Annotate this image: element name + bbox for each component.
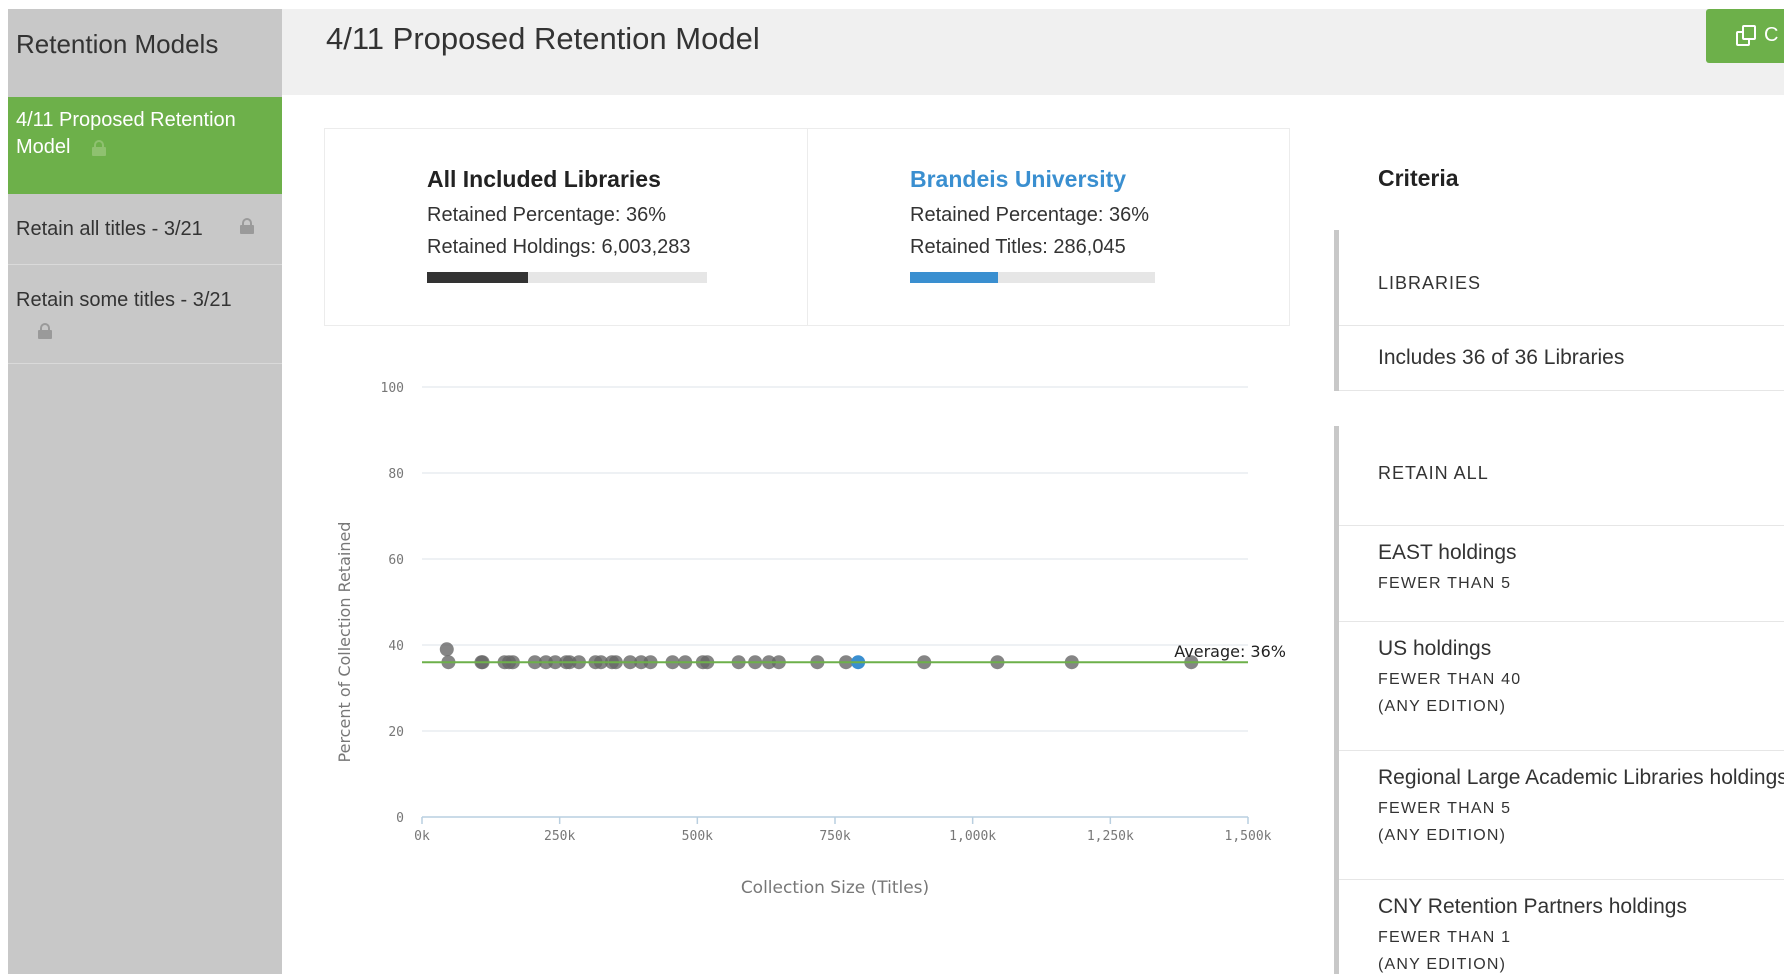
criteria-rule[interactable]: CNY Retention Partners holdings FEWER TH… <box>1339 880 1784 974</box>
sidebar-item-retain-all-titles[interactable]: Retain all titles - 3/21 <box>8 194 282 265</box>
x-tick-label: 500k <box>682 829 713 844</box>
lock-icon <box>92 139 107 156</box>
library-retained-percentage: Retained Percentage: 36% <box>910 204 1150 226</box>
library-retention-progress-fill <box>910 272 999 283</box>
rule-qualifier: (ANY EDITION) <box>1378 827 1507 844</box>
library-summary: Brandeis University Retained Percentage:… <box>808 129 1290 325</box>
all-retention-progress-fill <box>427 272 528 283</box>
x-tick-label: 1,500k <box>1225 829 1272 844</box>
all-libraries-title: All Included Libraries <box>427 166 661 192</box>
all-retention-progress-bar <box>427 272 707 283</box>
sidebar-item-label: 4/11 Proposed Retention Model <box>16 109 236 158</box>
rule-name: CNY Retention Partners holdings <box>1378 895 1687 918</box>
sidebar-item-retain-some-titles[interactable]: Retain some titles - 3/21 <box>8 265 282 364</box>
library-retained-titles: Retained Titles: 286,045 <box>910 236 1126 258</box>
rule-qualifier: (ANY EDITION) <box>1378 698 1507 715</box>
lock-icon <box>38 323 52 339</box>
y-axis-label: Percent of Collection Retained <box>335 522 354 763</box>
library-name-link[interactable]: Brandeis University <box>910 166 1155 193</box>
x-tick-label: 0k <box>414 829 430 844</box>
page-header: 4/11 Proposed Retention Model C <box>282 9 1784 95</box>
all-libraries-summary: All Included Libraries Retained Percenta… <box>325 129 808 325</box>
average-label: Average: 36% <box>1174 642 1286 661</box>
copy-model-button[interactable]: C <box>1706 9 1784 63</box>
rule-condition: FEWER THAN 5 <box>1378 575 1512 592</box>
retain-all-heading-row: RETAIN ALL <box>1339 426 1784 526</box>
sidebar: Retention Models 4/11 Proposed Retention… <box>8 9 282 974</box>
copy-icon <box>1736 25 1758 47</box>
page-title: 4/11 Proposed Retention Model <box>326 21 760 56</box>
criteria-title: Criteria <box>1378 165 1459 191</box>
rule-condition: FEWER THAN 5 <box>1378 800 1512 817</box>
libraries-heading: LIBRARIES <box>1378 273 1482 293</box>
libraries-section: LIBRARIES Includes 36 of 36 Libraries <box>1334 230 1784 391</box>
y-tick-label: 20 <box>388 725 404 740</box>
libraries-heading-row: LIBRARIES <box>1339 230 1784 326</box>
rule-condition: FEWER THAN 40 <box>1378 671 1522 688</box>
retention-scatter-chart: 0 20 40 60 80 100 0k 250k 500k 750k 1,000k 1,250k 1… <box>324 355 1290 935</box>
libraries-count: Includes 36 of 36 Libraries <box>1378 346 1625 369</box>
data-point <box>439 642 454 657</box>
scatter-plot: 0 20 40 60 80 100 0k 250k 500k 750k 1,000k 1,250k 1… <box>335 381 1286 898</box>
sidebar-item-label: Retain all titles - 3/21 <box>16 218 203 240</box>
sidebar-item-label: Retain some titles - 3/21 <box>16 289 232 311</box>
y-tick-label: 40 <box>388 639 404 654</box>
y-tick-label: 0 <box>396 811 404 826</box>
sidebar-title: Retention Models <box>16 29 219 59</box>
x-tick-label: 1,000k <box>949 829 996 844</box>
retention-summary: All Included Libraries Retained Percenta… <box>324 128 1290 326</box>
copy-model-button-label: C <box>1764 24 1779 46</box>
all-retained-holdings: Retained Holdings: 6,003,283 <box>427 236 691 258</box>
x-tick-label: 1,250k <box>1087 829 1134 844</box>
libraries-count-row[interactable]: Includes 36 of 36 Libraries <box>1339 326 1784 391</box>
rule-condition: FEWER THAN 1 <box>1378 929 1512 946</box>
y-tick-label: 60 <box>388 553 404 568</box>
retain-all-section: RETAIN ALL EAST holdings FEWER THAN 5 US… <box>1334 426 1784 974</box>
sidebar-item-4-11-proposed-retention-model[interactable]: 4/11 Proposed Retention Model <box>8 97 282 194</box>
retain-all-heading: RETAIN ALL <box>1378 463 1489 483</box>
y-tick-label: 100 <box>381 381 404 396</box>
rule-name: US holdings <box>1378 637 1492 660</box>
x-tick-label: 750k <box>819 829 850 844</box>
rule-qualifier: (ANY EDITION) <box>1378 956 1507 973</box>
x-tick-label: 250k <box>544 829 575 844</box>
rule-name: Regional Large Academic Libraries holdin… <box>1378 766 1784 789</box>
criteria-rule[interactable]: EAST holdings FEWER THAN 5 <box>1339 526 1784 622</box>
all-retained-percentage: Retained Percentage: 36% <box>427 204 667 226</box>
criteria-rule[interactable]: Regional Large Academic Libraries holdin… <box>1339 751 1784 880</box>
y-tick-label: 80 <box>388 467 404 482</box>
criteria-panel: Criteria LIBRARIES Includes 36 of 36 Lib… <box>1334 128 1784 974</box>
x-axis-label: Collection Size (Titles) <box>741 878 929 898</box>
lock-icon <box>240 218 254 234</box>
criteria-rule[interactable]: US holdings FEWER THAN 40 (ANY EDITION) <box>1339 622 1784 751</box>
rule-name: EAST holdings <box>1378 541 1517 564</box>
library-retention-progress-bar <box>910 272 1155 283</box>
